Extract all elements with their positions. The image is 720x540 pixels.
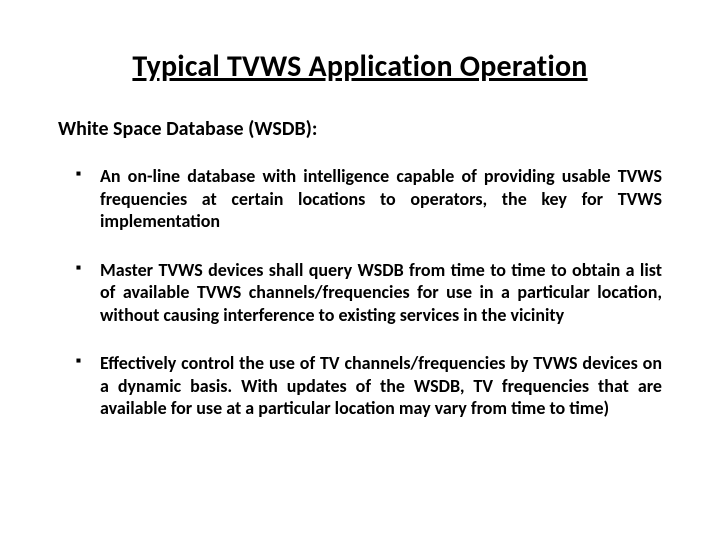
page-title: Typical TVWS Application Operation [58, 48, 662, 85]
section-subtitle: White Space Database (WSDB): [58, 117, 662, 141]
list-item: An on-line database with intelligence ca… [82, 165, 662, 233]
list-item: Effectively control the use of TV channe… [82, 352, 662, 420]
list-item: Master TVWS devices shall query WSDB fro… [82, 259, 662, 327]
bullet-list: An on-line database with intelligence ca… [58, 165, 662, 420]
